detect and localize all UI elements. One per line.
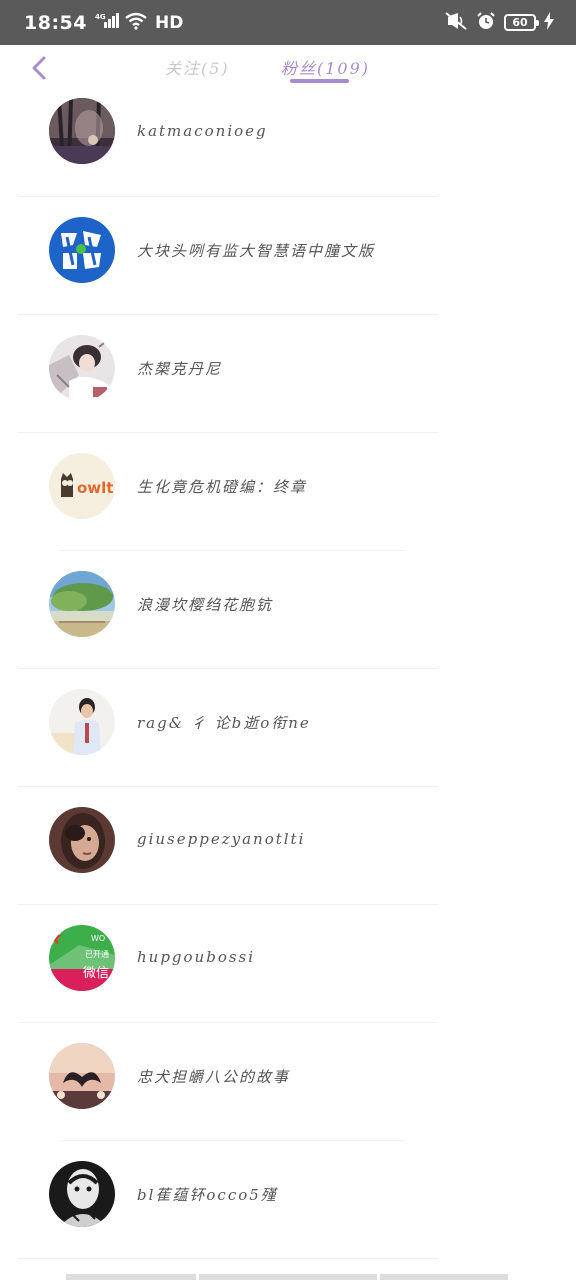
avatar — [49, 1043, 115, 1109]
wechat-small-text: WO — [91, 934, 105, 943]
fan-name: katmaconioeg — [137, 122, 268, 140]
fan-name: 杰槼克丹尼 — [137, 360, 223, 378]
fan-name: rag& 彳 论b逝o衔ne — [137, 714, 311, 732]
list-item[interactable]: WO 已开通 微信 hupgoubossi — [0, 905, 576, 1023]
bottom-bar — [380, 1274, 508, 1280]
svg-text:4G: 4G — [95, 13, 106, 21]
header: 关注(5) 粉丝(109) — [0, 45, 576, 90]
fan-name: 浪漫坎樱绉花胞钪 — [137, 596, 274, 614]
avatar — [49, 1161, 115, 1227]
bottom-bar — [66, 1274, 196, 1280]
fan-name: bl萑蕴钚occo5殣 — [137, 1186, 278, 1204]
fans-list: katmaconioeg 大块头咧有监大智慧语中朣文版 杰槼克丹尼 owlt 生… — [0, 90, 576, 1259]
fan-name: hupgoubossi — [137, 948, 256, 966]
chevron-left-icon[interactable] — [28, 55, 52, 81]
status-time: 18:54 — [24, 11, 87, 34]
avatar — [49, 689, 115, 755]
active-tab-indicator — [290, 79, 349, 83]
list-item[interactable]: 浪漫坎樱绉花胞钪 — [0, 551, 576, 669]
fan-name: 大块头咧有监大智慧语中朣文版 — [137, 242, 376, 260]
avatar — [49, 807, 115, 873]
list-item[interactable]: katmaconioeg — [0, 90, 576, 197]
wechat-line1: 已开通 — [85, 949, 109, 959]
list-item[interactable]: giuseppezyanotlti — [0, 787, 576, 905]
owlt-logo-text: owlt — [77, 479, 113, 497]
alarm-icon — [476, 11, 496, 35]
mute-icon — [444, 11, 468, 35]
avatar — [49, 217, 115, 283]
avatar — [49, 335, 115, 401]
list-item[interactable]: 忠犬担皭八公的故事 — [0, 1023, 576, 1141]
avatar — [49, 98, 115, 164]
divider — [18, 1258, 438, 1259]
battery-icon: 60 — [504, 14, 539, 31]
avatar: owlt — [49, 453, 115, 519]
bottom-bar — [199, 1274, 377, 1280]
list-item[interactable]: bl萑蕴钚occo5殣 — [0, 1141, 576, 1259]
list-item[interactable]: rag& 彳 论b逝o衔ne — [0, 669, 576, 787]
fan-name: 忠犬担皭八公的故事 — [137, 1068, 291, 1086]
list-item[interactable]: 杰槼克丹尼 — [0, 315, 576, 433]
tab-fans[interactable]: 粉丝(109) — [281, 55, 370, 79]
status-bar: 18:54 4G HD 60 — [0, 0, 576, 45]
fan-name: giuseppezyanotlti — [137, 830, 306, 848]
tab-following[interactable]: 关注(5) — [165, 55, 230, 79]
avatar — [49, 571, 115, 637]
wifi-icon — [125, 12, 147, 34]
signal-icon: 4G — [95, 12, 119, 34]
list-item[interactable]: owlt 生化竟危机磴编：终章 — [0, 433, 576, 551]
battery-level: 60 — [512, 16, 528, 29]
list-item[interactable]: 大块头咧有监大智慧语中朣文版 — [0, 197, 576, 315]
avatar: WO 已开通 微信 — [49, 925, 115, 991]
wechat-line2: 微信 — [83, 966, 109, 981]
fan-name: 生化竟危机磴编：终章 — [137, 478, 308, 496]
hd-indicator: HD — [154, 12, 184, 33]
charging-icon — [544, 11, 554, 34]
